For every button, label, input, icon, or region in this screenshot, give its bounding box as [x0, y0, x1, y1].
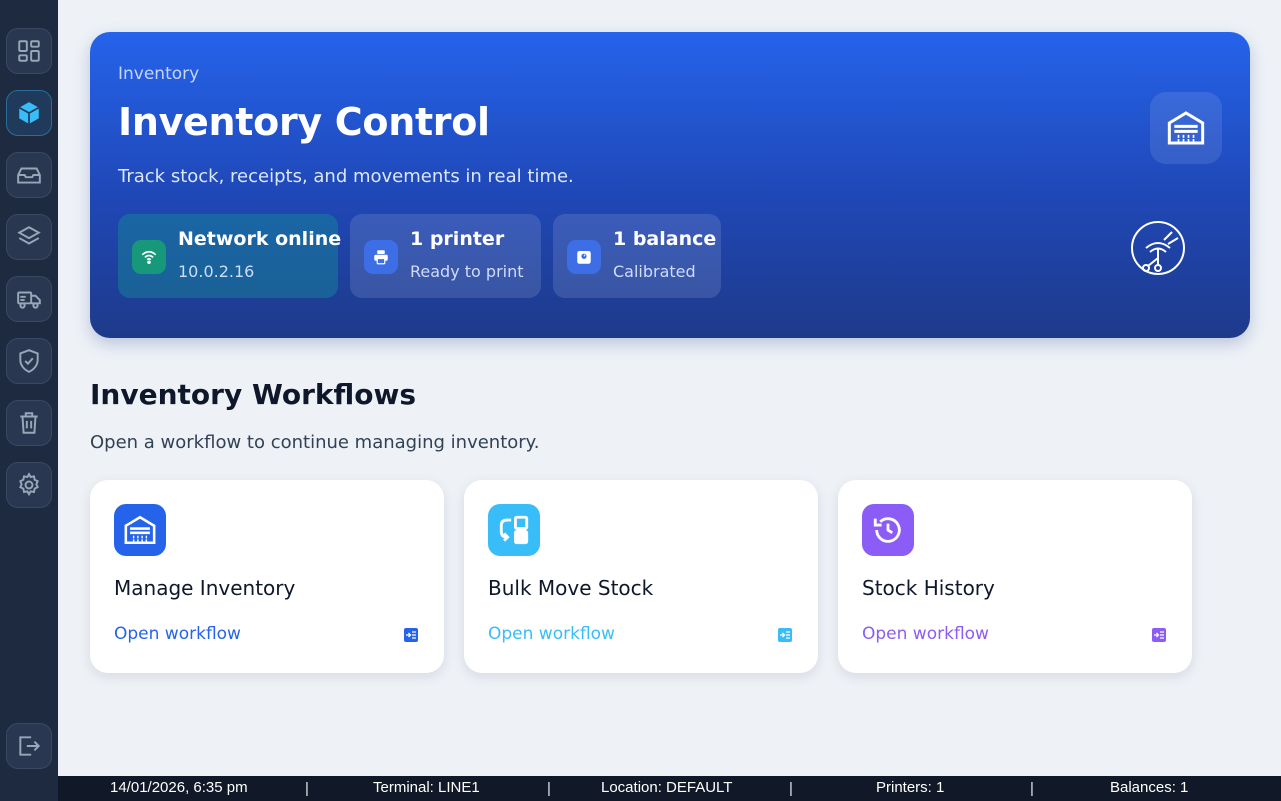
wifi-icon	[141, 250, 157, 265]
printer-status-chip: 1 printer Ready to print	[350, 214, 541, 298]
sidebar-item-dashboard[interactable]	[6, 28, 52, 74]
scale-icon	[577, 251, 591, 264]
printer-status-title: 1 printer	[410, 228, 505, 250]
layers-icon	[17, 226, 41, 245]
status-bar: 14/01/2026, 6:35 pm | Terminal: LINE1 | …	[58, 776, 1281, 801]
wifi-icon-box	[132, 240, 166, 274]
sidebar-item-quality[interactable]	[6, 338, 52, 384]
workflows-subtitle: Open a workflow to continue managing inv…	[90, 432, 540, 453]
sidebar-item-shipping[interactable]	[6, 276, 52, 322]
open-list-icon[interactable]	[776, 626, 794, 644]
open-workflow-link[interactable]: Open workflow	[862, 624, 989, 644]
open-list-icon[interactable]	[1150, 626, 1168, 644]
status-separator: |	[1030, 780, 1034, 797]
truck-icon	[17, 291, 41, 309]
status-printers: Printers: 1	[876, 779, 945, 796]
gear-icon	[19, 472, 39, 497]
scale-icon-box	[567, 240, 601, 274]
workflow-card-bulk-move-stock[interactable]: Bulk Move Stock Open workflow	[464, 480, 818, 673]
dashboard-grid-icon	[18, 40, 40, 62]
bulk-move-icon	[499, 515, 529, 545]
page-title: Inventory Control	[118, 100, 490, 144]
card-title: Bulk Move Stock	[488, 576, 654, 600]
printer-icon	[374, 250, 388, 265]
network-status-title: Network online	[178, 228, 342, 250]
sidebar-item-settings[interactable]	[6, 462, 52, 508]
sidebar-item-inventory[interactable]	[6, 90, 52, 136]
workflow-card-manage-inventory[interactable]: Manage Inventory Open workflow	[90, 480, 444, 673]
card-icon-box	[114, 504, 166, 556]
status-balances: Balances: 1	[1110, 779, 1189, 796]
balance-status-sub: Calibrated	[613, 262, 696, 281]
status-separator: |	[547, 780, 551, 797]
card-icon-box	[862, 504, 914, 556]
page-subtitle: Track stock, receipts, and movements in …	[118, 166, 574, 187]
status-separator: |	[789, 780, 793, 797]
cube-icon	[18, 102, 40, 124]
network-scan-icon	[1131, 221, 1185, 275]
printer-status-sub: Ready to print	[410, 262, 524, 281]
open-list-icon[interactable]	[402, 626, 420, 644]
balance-status-chip: 1 balance Calibrated	[553, 214, 721, 298]
status-datetime: 14/01/2026, 6:35 pm	[110, 779, 248, 796]
main-content: Inventory Inventory Control Track stock,…	[58, 0, 1281, 776]
breadcrumb: Inventory	[118, 64, 200, 84]
sidebar	[0, 0, 58, 801]
warehouse-icon	[1167, 111, 1205, 145]
status-terminal: Terminal: LINE1	[373, 779, 480, 796]
card-icon-box	[488, 504, 540, 556]
workflow-card-stock-history[interactable]: Stock History Open workflow	[838, 480, 1192, 673]
balance-status-title: 1 balance	[613, 228, 717, 250]
sidebar-item-layers[interactable]	[6, 214, 52, 260]
open-workflow-link[interactable]: Open workflow	[114, 624, 241, 644]
warehouse-badge	[1150, 92, 1222, 164]
warehouse-icon	[124, 515, 156, 545]
open-workflow-link[interactable]: Open workflow	[488, 624, 615, 644]
network-ip: 10.0.2.16	[178, 262, 255, 281]
history-icon	[873, 517, 901, 543]
status-location: Location: DEFAULT	[601, 779, 733, 796]
network-status-chip: Network online 10.0.2.16	[118, 214, 342, 298]
sidebar-item-waste[interactable]	[6, 400, 52, 446]
workflows-title: Inventory Workflows	[90, 378, 417, 411]
hero-banner: Inventory Inventory Control Track stock,…	[90, 32, 1250, 338]
printer-icon-box	[364, 240, 398, 274]
card-title: Manage Inventory	[114, 576, 296, 600]
trash-icon	[20, 412, 38, 434]
tray-icon	[17, 167, 41, 184]
shield-check-icon	[19, 349, 39, 373]
sidebar-item-tray[interactable]	[6, 152, 52, 198]
card-title: Stock History	[862, 576, 995, 600]
status-separator: |	[305, 780, 309, 797]
logout-button[interactable]	[6, 723, 52, 769]
logout-icon	[19, 736, 41, 756]
